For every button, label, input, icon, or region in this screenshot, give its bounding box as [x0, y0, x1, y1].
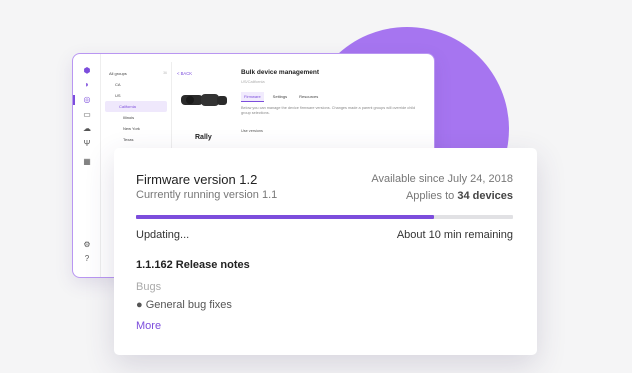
pane-subtitle: US/California — [241, 79, 265, 84]
notes-section-bugs: Bugs — [136, 281, 162, 293]
back-link[interactable]: < BACK — [177, 71, 192, 76]
tab-resources[interactable]: Resources — [296, 92, 321, 102]
group-icon[interactable]: ◎ — [82, 95, 92, 105]
nav-rail: ⬢ ◗ ◎ ▭ ☁ Ψ ▦ ⚙ ? — [73, 54, 101, 277]
more-link[interactable]: More — [136, 320, 161, 332]
tree-item-selected[interactable]: California — [105, 101, 167, 112]
use-versions-link[interactable]: Use versions — [241, 129, 263, 133]
device-image — [181, 94, 227, 106]
time-remaining: About 10 min remaining — [396, 229, 513, 241]
progress-bar — [136, 215, 513, 219]
tab-settings[interactable]: Settings — [270, 92, 290, 102]
active-indicator — [73, 95, 75, 105]
notes-item: ● General bug fixes — [136, 299, 232, 311]
antenna-icon[interactable]: Ψ — [82, 139, 92, 149]
book-icon[interactable]: ▭ — [82, 110, 92, 120]
device-count: 34 devices — [457, 190, 513, 202]
tab-firmware[interactable]: Firmware — [241, 92, 264, 102]
available-since: Available since July 24, 2018 — [371, 173, 513, 185]
help-icon[interactable]: ? — [82, 254, 92, 264]
tree-item[interactable]: Texas — [105, 134, 167, 145]
pane-title: Bulk device management — [241, 69, 320, 76]
current-version: Currently running version 1.1 — [136, 189, 278, 201]
pane-tabs: Firmware Settings Resources — [241, 92, 321, 102]
logo-icon[interactable]: ⬢ — [82, 66, 92, 76]
device-icon[interactable]: ◗ — [82, 80, 92, 90]
group-tree: All groups 36 CA US California Illinois N… — [105, 68, 167, 145]
tree-item[interactable]: Illinois — [105, 112, 167, 123]
pane-description: Below you can manage the device firmware… — [241, 106, 416, 115]
applies-to: Applies to 34 devices — [405, 190, 513, 202]
device-name: Rally — [195, 134, 212, 141]
tree-item[interactable]: New York — [105, 123, 167, 134]
firmware-card: Firmware version 1.2 Currently running v… — [114, 148, 537, 355]
tree-item[interactable]: All groups 36 — [105, 68, 167, 79]
grid-icon[interactable]: ▦ — [82, 157, 92, 167]
update-status: Updating... — [136, 229, 190, 241]
cloud-icon[interactable]: ☁ — [82, 124, 92, 134]
firmware-title: Firmware version 1.2 — [136, 172, 258, 187]
tree-item[interactable]: US — [105, 90, 167, 101]
release-notes-title: 1.1.162 Release notes — [136, 259, 250, 271]
progress-fill — [136, 215, 434, 219]
tree-item[interactable]: CA — [105, 79, 167, 90]
settings-icon[interactable]: ⚙ — [82, 240, 92, 250]
